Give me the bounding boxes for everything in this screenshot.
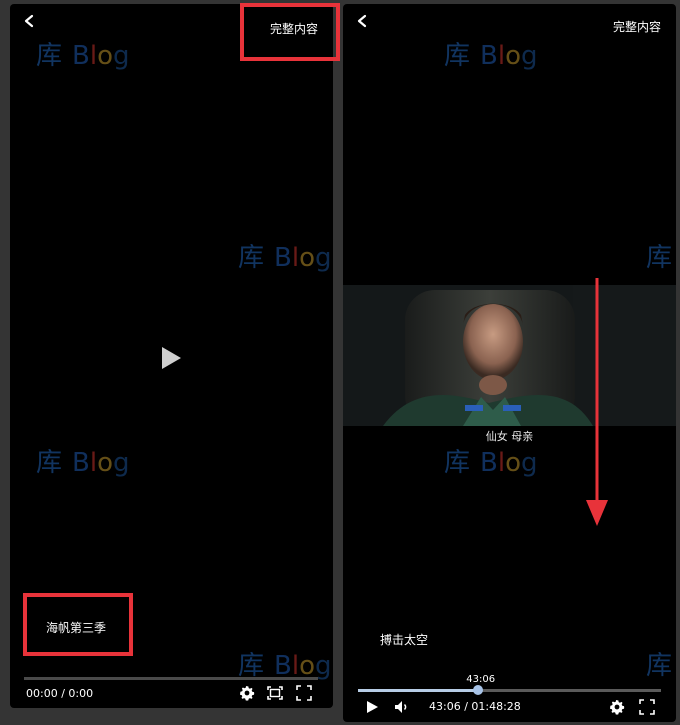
fullscreen-icon[interactable] xyxy=(639,699,655,715)
watermark-logo: 库Blog xyxy=(238,243,332,273)
video-frame[interactable] xyxy=(343,285,676,426)
full-content-link[interactable]: 完整内容 xyxy=(613,18,661,35)
back-button[interactable] xyxy=(353,14,371,32)
series-title[interactable]: 搏击太空 xyxy=(380,631,428,648)
play-icon[interactable] xyxy=(160,346,182,370)
progress-fill xyxy=(358,689,479,692)
watermark-logo: 库Blog xyxy=(646,651,673,681)
progress-bar[interactable] xyxy=(24,677,318,680)
arrow-down-icon xyxy=(586,278,608,526)
volume-icon[interactable] xyxy=(394,699,410,715)
progress-thumb[interactable] xyxy=(473,685,484,695)
watermark-logo: 库Blog xyxy=(36,448,130,478)
watermark-logo: 库Blog xyxy=(444,448,538,478)
theater-mode-icon[interactable] xyxy=(267,685,283,701)
video-subtitle: 仙女 母亲 xyxy=(485,430,534,443)
watermark-logo: 库Blog xyxy=(36,41,130,71)
watermark-logo: 库Blog xyxy=(444,41,538,71)
chevron-left-icon xyxy=(24,14,34,28)
chevron-left-icon xyxy=(357,14,367,28)
video-still-image xyxy=(343,285,676,426)
seek-preview-time: 43:06 xyxy=(466,674,496,685)
gear-icon[interactable] xyxy=(239,685,255,701)
fullscreen-icon[interactable] xyxy=(296,685,312,701)
play-icon[interactable] xyxy=(364,699,380,715)
time-display: 00:00 / 0:00 xyxy=(26,687,94,700)
annotation-box-full-content xyxy=(240,3,340,61)
right-video-player[interactable]: 完整内容 库Blog 库Blog 库Blog 库Blog xyxy=(343,4,676,722)
back-button[interactable] xyxy=(20,14,38,32)
annotation-box-series-title xyxy=(23,593,133,656)
watermark-logo: 库Blog xyxy=(646,243,673,273)
progress-bar[interactable] xyxy=(358,685,661,695)
gear-icon[interactable] xyxy=(609,699,625,715)
time-display: 43:06 / 01:48:28 xyxy=(429,700,521,713)
